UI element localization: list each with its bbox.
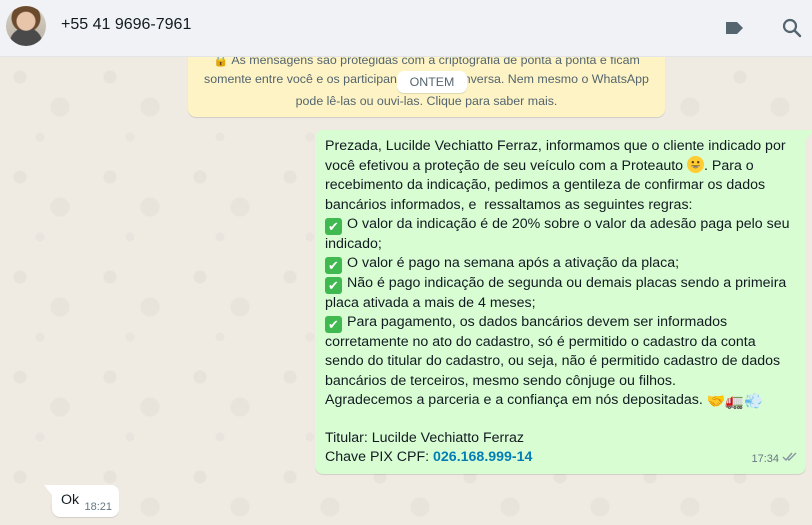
outgoing-message-bubble[interactable]: Prezada, Lucilde Vechiatto Ferraz, infor… [315, 130, 806, 474]
rule-item: ✔ Para pagamento, os dados bancários deve… [325, 314, 785, 389]
pix-key-link[interactable]: 026.168.999-14 [433, 449, 532, 465]
grinning-face-emoji-icon [687, 156, 705, 174]
rule-item: ✔ Não é pago indicação de segunda ou dema… [325, 275, 791, 312]
message-time: 17:34 [751, 452, 779, 465]
double-check-icon [782, 450, 798, 469]
check-mark-button-icon: ✔ [325, 316, 342, 334]
incoming-message-text: Ok [61, 492, 80, 508]
label-tag-icon[interactable] [722, 16, 746, 40]
rule-item: ✔ O valor da indicação é de 20% sobre o v… [325, 215, 794, 252]
contact-avatar[interactable] [6, 6, 46, 46]
message-intro: Prezada, Lucilde Vechiatto Ferraz, infor… [325, 138, 790, 213]
contact-name[interactable]: +55 41 9696-7961 [61, 16, 191, 34]
date-divider-chip: ONTEM [397, 71, 467, 93]
closing-line: Agradecemos a parceria e a confiança em … [325, 391, 763, 410]
message-time: 18:21 [84, 501, 112, 513]
message-meta: 17:34 [751, 450, 798, 469]
pix-line: Chave PIX CPF: 026.168.999-14 [325, 449, 533, 466]
incoming-message-bubble[interactable]: Ok 18:21 [52, 485, 119, 517]
search-icon[interactable] [780, 16, 804, 40]
encryption-notice-line: pode lê-las ou ouvi-las. Clique para sab… [295, 94, 558, 108]
check-mark-button-icon: ✔ [325, 217, 342, 235]
titular-line: Titular: Lucilde Vechiatto Ferraz [325, 430, 524, 447]
chat-header: +55 41 9696-7961 [0, 0, 812, 57]
check-mark-button-icon: ✔ [325, 257, 342, 275]
outgoing-bubble-tail [806, 130, 812, 140]
rule-item: ✔ O valor é pago na semana após a ativaçã… [325, 254, 797, 275]
incoming-bubble-tail [44, 485, 52, 495]
check-mark-button-icon: ✔ [325, 277, 342, 295]
handshake-truck-dash-emoji-icon: 🤝🚛💨 [706, 392, 763, 410]
